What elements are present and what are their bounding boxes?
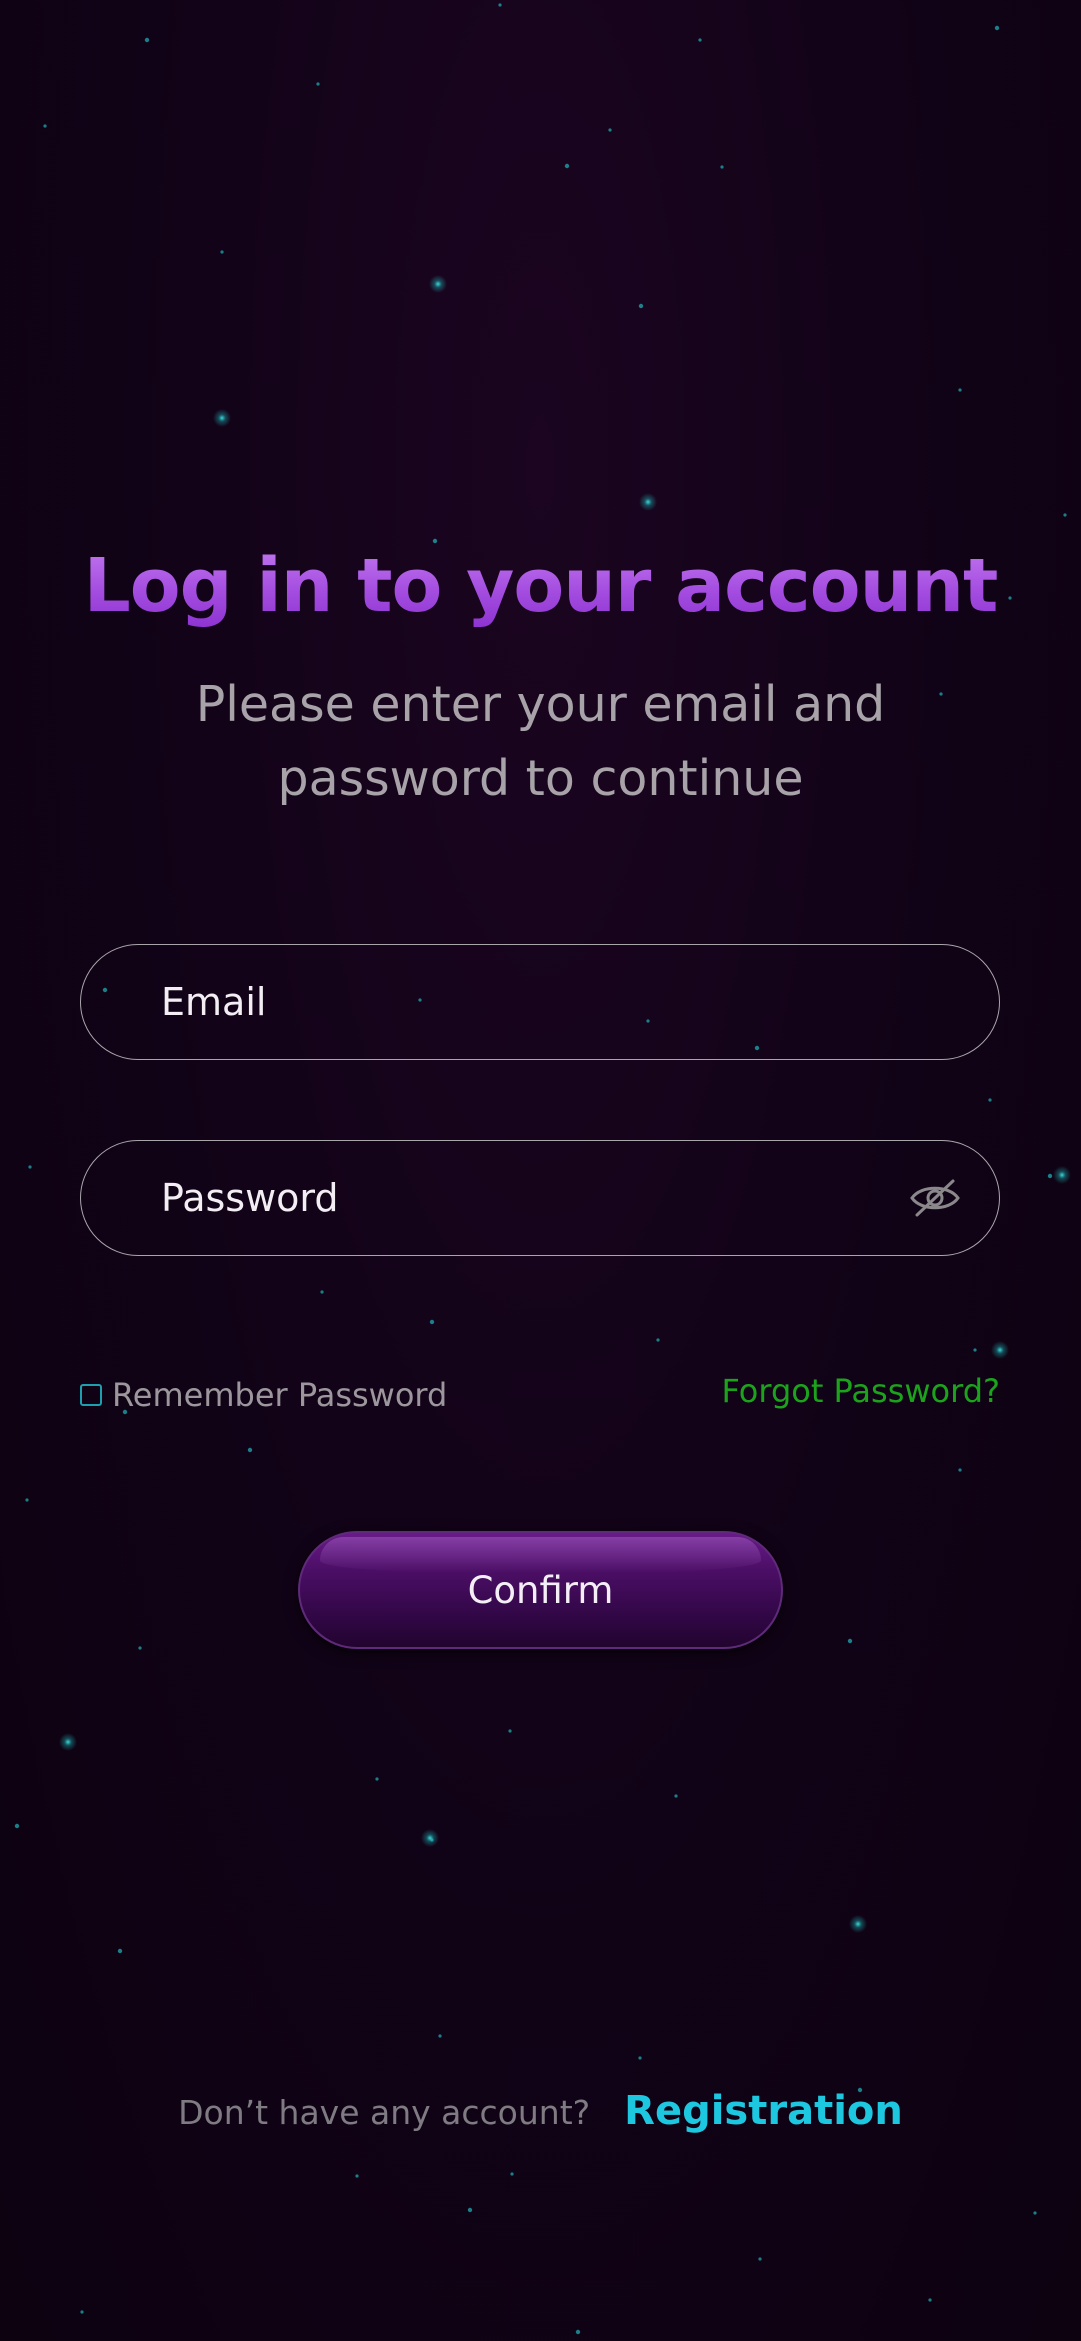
star-dot xyxy=(43,124,47,128)
star-dot xyxy=(973,1348,977,1352)
star-dot xyxy=(564,163,570,169)
star-dot xyxy=(988,1098,992,1102)
star-dot xyxy=(575,2329,581,2335)
forgot-password-link[interactable]: Forgot Password? xyxy=(722,1372,1001,1410)
eye-off-icon[interactable] xyxy=(909,1175,961,1221)
star-dot xyxy=(138,1646,142,1650)
star-dot xyxy=(1033,2211,1037,2215)
registration-footer: Don’t have any account? Registration xyxy=(0,2088,1081,2134)
confirm-button[interactable]: Confirm xyxy=(298,1531,783,1649)
glowing-star xyxy=(421,1829,439,1847)
email-field[interactable]: Email xyxy=(80,944,1000,1060)
star-dot xyxy=(438,2034,442,2038)
star-dot xyxy=(674,1794,678,1798)
star-dot xyxy=(698,38,702,42)
star-dot xyxy=(220,250,224,254)
glowing-star xyxy=(1053,1166,1071,1184)
page-subtitle: Please enter your email and password to … xyxy=(195,676,886,807)
star-dot xyxy=(80,2310,84,2314)
star-dot xyxy=(498,3,502,7)
star-dot xyxy=(1063,513,1067,517)
glowing-star xyxy=(849,1915,867,1933)
star-dot xyxy=(144,37,150,43)
star-dot xyxy=(720,165,724,169)
remember-password[interactable]: Remember Password xyxy=(80,1376,447,1414)
no-account-prompt: Don’t have any account? xyxy=(178,2093,591,2132)
star-dot xyxy=(355,2174,359,2178)
star-dot xyxy=(656,1338,660,1342)
login-screen: Log in to your account Please enter your… xyxy=(0,0,1081,2341)
star-dot xyxy=(28,1165,32,1169)
star-dot xyxy=(928,2298,932,2302)
remember-checkbox[interactable] xyxy=(80,1384,102,1406)
star-dot xyxy=(758,2257,762,2261)
glowing-star xyxy=(59,1733,77,1751)
star-dot xyxy=(429,1319,435,1325)
star-dot xyxy=(508,1729,512,1733)
glowing-star xyxy=(429,275,447,293)
star-dot xyxy=(316,82,320,86)
star-dot xyxy=(1047,1173,1053,1179)
password-placeholder: Password xyxy=(161,1176,339,1220)
password-field[interactable]: Password xyxy=(80,1140,1000,1256)
star-dot xyxy=(375,1777,379,1781)
star-dot xyxy=(320,1290,324,1294)
star-dot xyxy=(994,25,1000,31)
glowing-star xyxy=(213,409,231,427)
star-dot xyxy=(510,2172,514,2176)
star-dot xyxy=(247,1447,253,1453)
star-dot xyxy=(467,2207,473,2213)
registration-link[interactable]: Registration xyxy=(624,2088,903,2134)
star-dot xyxy=(958,1468,962,1472)
email-placeholder: Email xyxy=(161,980,267,1024)
star-dot xyxy=(117,1948,123,1954)
star-dot xyxy=(638,2056,642,2060)
page-title: Log in to your account xyxy=(0,538,1081,634)
glowing-star xyxy=(991,1341,1009,1359)
star-dot xyxy=(608,128,612,132)
star-dot xyxy=(847,1638,853,1644)
glowing-star xyxy=(639,493,657,511)
star-dot xyxy=(958,388,962,392)
star-dot xyxy=(25,1498,29,1502)
remember-label: Remember Password xyxy=(112,1376,448,1414)
star-dot xyxy=(14,1823,20,1829)
confirm-label: Confirm xyxy=(467,1568,614,1612)
star-dot xyxy=(638,303,644,309)
